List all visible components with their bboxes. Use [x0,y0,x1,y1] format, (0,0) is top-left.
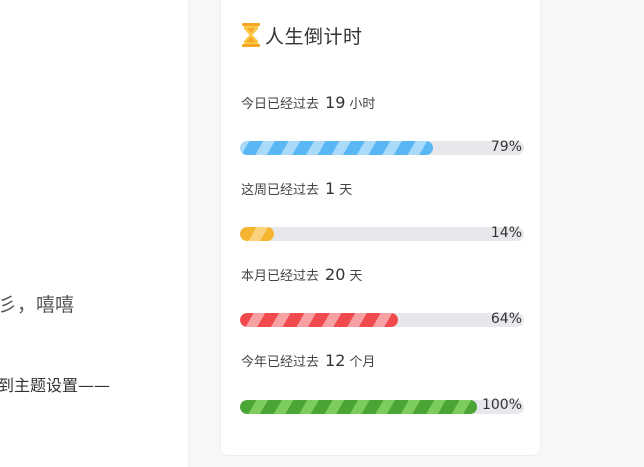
month-percent: 64% [490,311,522,327]
row-unit: 个月 [349,355,376,370]
row-prefix: 今日已经过去 [241,97,320,112]
hourglass-icon [241,23,261,47]
today-progress-fill [240,141,434,155]
row-value: 19 [325,93,346,112]
month-label: 本月已经过去 20 天 [241,265,362,284]
row-value: 12 [325,351,346,370]
today-percent: 79% [490,139,522,155]
life-countdown-card: 人生倒计时 今日已经过去 19 小时 79% 这周已经过去 1 天 14% 本月已经过去… [220,0,541,456]
row-prefix: 本月已经过去 [241,269,320,284]
content-text-fragment: 到主题设置—— [0,376,111,395]
today-label: 今日已经过去 19 小时 [241,93,375,112]
row-unit: 天 [349,269,363,284]
today-progress-bar [240,141,524,155]
row-unit: 天 [339,183,353,198]
row-prefix: 今年已经过去 [241,355,320,370]
week-percent: 14% [490,225,522,241]
week-progress-fill [240,227,275,241]
week-label: 这周已经过去 1 天 [241,179,352,198]
row-value: 20 [325,265,346,284]
row-value: 1 [325,179,336,198]
row-unit: 小时 [349,97,376,112]
year-percent: 100% [481,397,522,413]
card-title: 人生倒计时 [241,22,363,48]
card-title-text: 人生倒计时 [265,25,363,48]
content-text-fragment: 彡，嘻嘻 [0,294,75,316]
month-progress-fill [240,313,398,327]
year-label: 今年已经过去 12 个月 [241,351,375,370]
main-content-pane: 彡，嘻嘻 到主题设置—— [0,0,189,467]
year-progress-fill [240,400,478,414]
row-prefix: 这周已经过去 [241,183,320,198]
week-progress-bar [240,227,524,241]
month-progress-bar [240,313,524,327]
